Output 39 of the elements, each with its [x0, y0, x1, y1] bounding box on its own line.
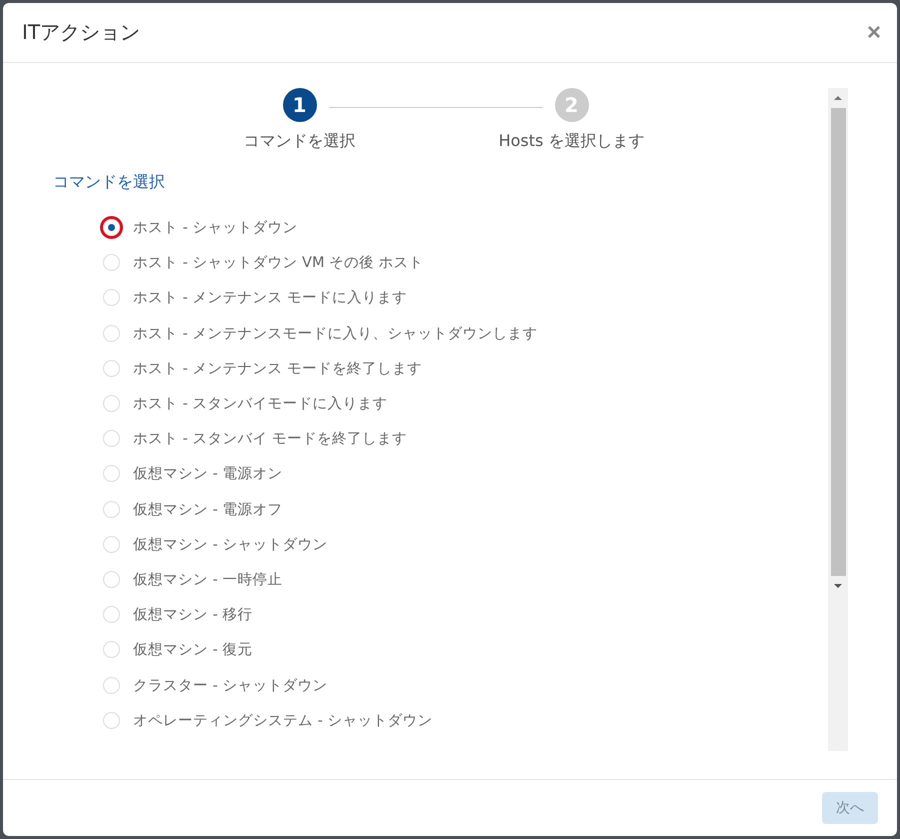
option-label: ホスト - スタンバイ モードを終了します — [133, 430, 408, 448]
option-label: ホスト - スタンバイモードに入ります — [133, 395, 388, 414]
radio-button[interactable] — [103, 219, 120, 236]
radio-button[interactable] — [103, 641, 120, 658]
radio-button[interactable] — [103, 254, 120, 272]
option-label: ホスト - シャットダウン VM その後 ホスト — [133, 254, 424, 272]
section-heading: コマンドを選択 — [53, 172, 165, 193]
radio-button[interactable] — [103, 712, 120, 729]
scrollbar[interactable] — [828, 88, 848, 751]
radio-button[interactable] — [103, 676, 120, 694]
dialog-title: ITアクション — [22, 19, 140, 46]
radio-button[interactable] — [103, 360, 120, 377]
close-button[interactable]: × — [862, 18, 885, 46]
radio-button[interactable] — [103, 500, 120, 518]
option-label: ホスト - メンテナンスモードに入り、シャットダウンします — [133, 324, 538, 343]
option-label: 仮想マシン - 移行 — [133, 606, 252, 624]
option-label: 仮想マシン - 電源オン — [133, 465, 282, 484]
radio-button[interactable] — [103, 289, 120, 306]
option-label: 仮想マシン - シャットダウン — [133, 536, 328, 554]
radio-button[interactable] — [103, 536, 120, 553]
step-label: Hosts を選択します — [498, 131, 644, 152]
option-label: 仮想マシン - 復元 — [133, 641, 252, 660]
step-label: コマンドを選択 — [244, 131, 356, 152]
option-label: ホスト - メンテナンス モードを終了します — [133, 360, 422, 378]
radio-button[interactable] — [103, 606, 120, 624]
step-number[interactable]: 1 — [282, 88, 316, 122]
option-label: 仮想マシン - 一時停止 — [133, 570, 282, 589]
radio-button[interactable] — [103, 570, 120, 588]
radio-button[interactable] — [103, 430, 120, 448]
scroll-down-icon[interactable] — [834, 583, 842, 589]
option-label: 仮想マシン - 電源オフ — [133, 500, 282, 519]
option-label: オペレーティングシステム - シャットダウン — [133, 712, 432, 730]
radio-button[interactable] — [103, 465, 120, 482]
option-label: クラスター - シャットダウン — [133, 676, 328, 695]
radio-button[interactable] — [103, 324, 120, 342]
option-label: ホスト - シャットダウン — [133, 219, 298, 238]
scroll-up-icon[interactable] — [834, 95, 842, 101]
option-label: ホスト - メンテナンス モードに入ります — [133, 289, 408, 308]
radio-button[interactable] — [103, 395, 120, 412]
